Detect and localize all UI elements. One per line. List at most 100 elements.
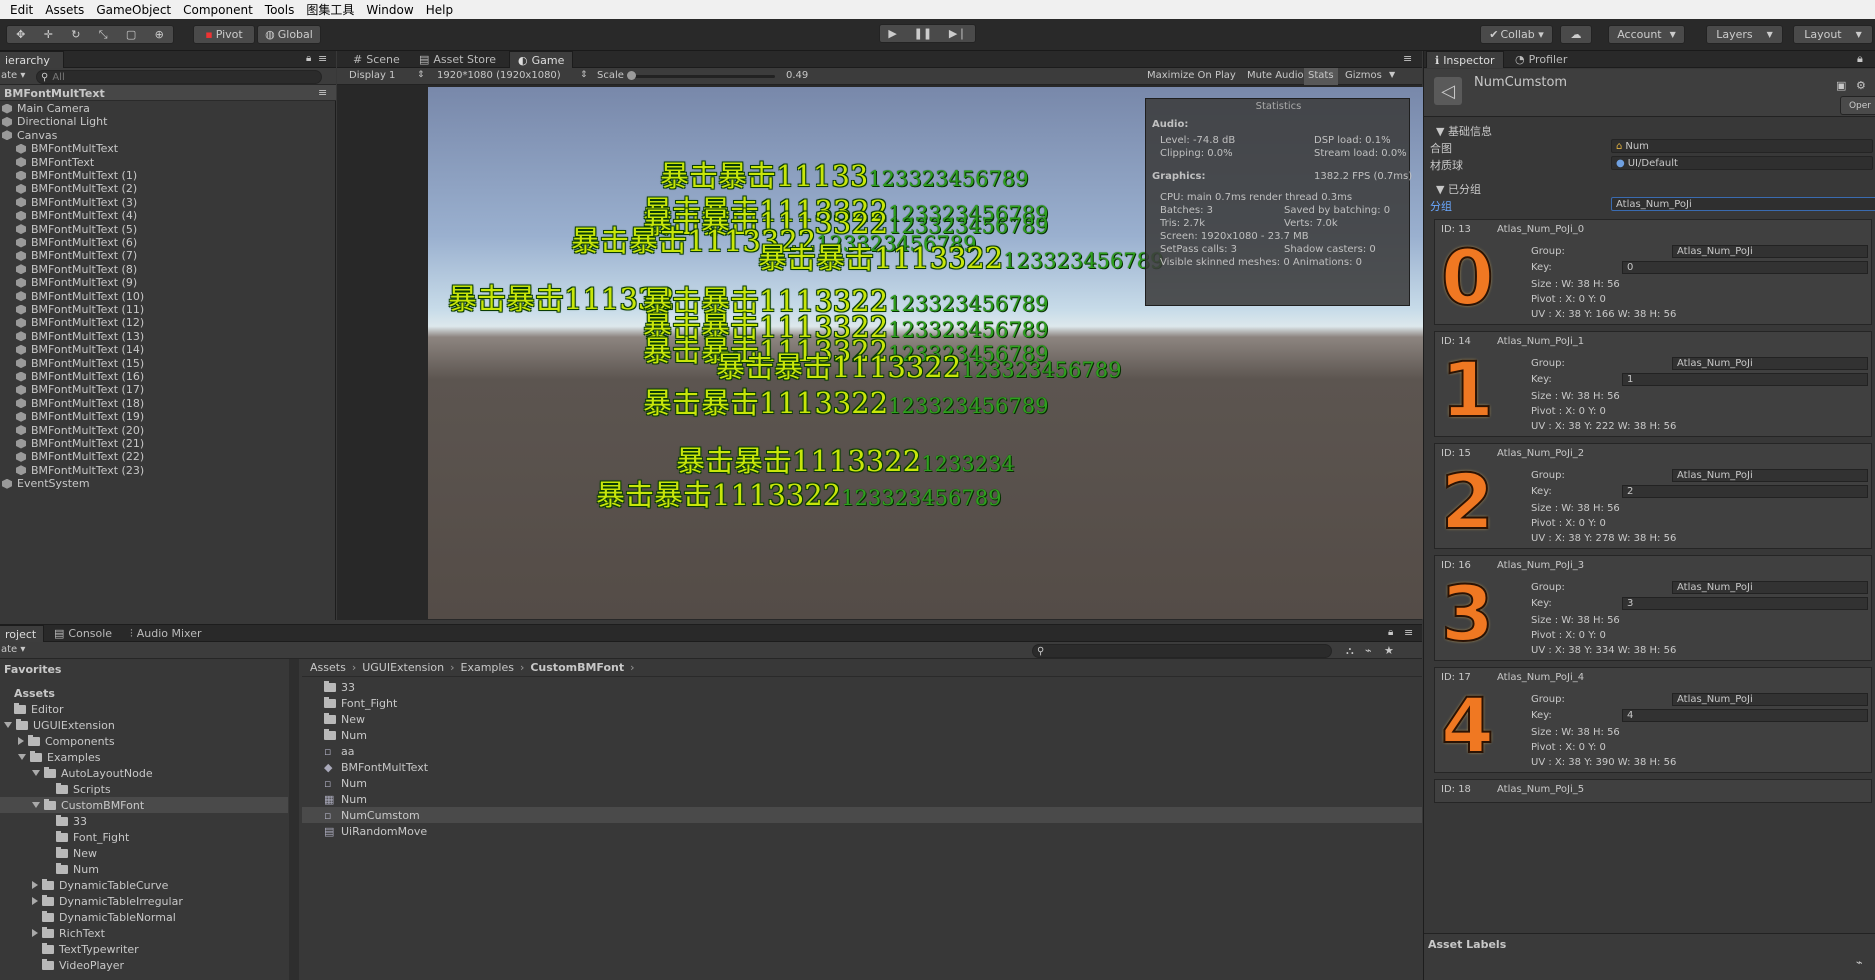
hierarchy-item[interactable]: BMFontText — [16, 156, 94, 169]
breadcrumb-item[interactable]: UGUIExtension — [362, 661, 444, 674]
group-section-header[interactable]: ▼ 已分组 — [1436, 181, 1481, 197]
tag-icon[interactable]: ⌁ — [1856, 956, 1863, 969]
account-dropdown[interactable]: Account ▼ — [1608, 25, 1685, 44]
resolution-dropdown[interactable]: 1920*1080 (1920x1080) — [437, 70, 561, 81]
favorite-star-icon[interactable]: ★ — [1384, 644, 1394, 657]
project-tree-item[interactable]: 33 — [0, 813, 288, 829]
filter-type-icon[interactable]: ⛬ — [1346, 644, 1354, 658]
entry-group-field[interactable]: Atlas_Num_PoJi — [1672, 693, 1868, 706]
menu-item[interactable]: Component — [183, 3, 253, 17]
expand-arrow-icon[interactable] — [18, 754, 26, 760]
entry-key-field[interactable]: 3 — [1622, 597, 1868, 610]
file-item[interactable]: ◆ BMFontMultText — [302, 759, 1422, 775]
tree-scrollbar[interactable] — [289, 659, 299, 980]
hierarchy-item[interactable]: EventSystem — [2, 477, 90, 490]
tab-project[interactable]: roject — [0, 625, 44, 642]
hierarchy-search-input[interactable]: ⚲ All — [36, 70, 322, 84]
file-item[interactable]: 33 — [302, 679, 1422, 695]
hierarchy-item[interactable]: BMFontMultText (16) — [16, 370, 144, 383]
hierarchy-item[interactable]: BMFontMultText (22) — [16, 450, 144, 463]
hierarchy-item[interactable]: BMFontMultText (20) — [16, 424, 144, 437]
mute-audio-toggle[interactable]: Mute Audio — [1247, 70, 1304, 81]
tab-inspector[interactable]: ℹ Inspector — [1426, 51, 1504, 68]
menu-item[interactable]: Edit — [10, 3, 33, 17]
project-tree-item[interactable]: DynamicTableNormal — [0, 909, 288, 925]
menu-item[interactable]: Help — [426, 3, 453, 17]
breadcrumb-item[interactable]: Examples — [461, 661, 514, 674]
project-tree-item[interactable]: DynamicTableIrregular — [0, 893, 288, 909]
pause-icon[interactable]: ❚❚ — [914, 27, 932, 40]
hierarchy-item[interactable]: BMFontMultText (9) — [16, 276, 137, 289]
collapse-arrow-icon[interactable] — [32, 929, 38, 937]
tab-hierarchy[interactable]: ierarchy — [0, 51, 64, 68]
project-search-input[interactable]: ⚲ — [1032, 644, 1332, 658]
hierarchy-item[interactable]: BMFontMultText (15) — [16, 357, 144, 370]
breadcrumb-item[interactable]: CustomBMFont — [530, 661, 624, 674]
hierarchy-item[interactable]: BMFontMultText (6) — [16, 236, 137, 249]
file-item[interactable]: ▤ UiRandomMove — [302, 823, 1422, 839]
entry-key-field[interactable]: 4 — [1622, 709, 1868, 722]
entry-group-field[interactable]: Atlas_Num_PoJi — [1672, 245, 1868, 258]
entry-group-field[interactable]: Atlas_Num_PoJi — [1672, 581, 1868, 594]
project-tree-item[interactable]: Font_Fight — [0, 829, 288, 845]
scale-tool-icon[interactable]: ⤡ — [99, 28, 108, 42]
tab-console[interactable]: ▤ Console — [46, 625, 120, 642]
layout-dropdown[interactable]: Layout ▼ — [1793, 25, 1873, 44]
file-item[interactable]: ▫ NumCumstom — [302, 807, 1422, 823]
settings-icon[interactable]: ⚙ — [1856, 79, 1866, 92]
file-item[interactable]: New — [302, 711, 1422, 727]
basic-section-header[interactable]: ▼ 基础信息 — [1436, 123, 1492, 139]
lock-icon[interactable]: 🔒︎ — [1388, 627, 1393, 638]
scene-header[interactable]: BMFontMultText ≡ — [0, 85, 336, 101]
collapse-arrow-icon[interactable] — [32, 897, 38, 905]
play-icon[interactable]: ▶ — [888, 27, 896, 40]
cloud-button[interactable]: ☁ — [1560, 25, 1592, 44]
scale-slider-knob[interactable] — [627, 71, 636, 80]
project-tree-item[interactable]: VideoPlayer — [0, 957, 288, 973]
expand-arrow-icon[interactable] — [32, 770, 40, 776]
hierarchy-item[interactable]: BMFontMultText (18) — [16, 397, 144, 410]
rotate-tool-icon[interactable]: ↻ — [71, 28, 80, 41]
hierarchy-item[interactable]: BMFontMultText (7) — [16, 249, 137, 262]
project-tree-item[interactable]: DynamicTableCurve — [0, 877, 288, 893]
expand-arrow-icon[interactable] — [32, 802, 40, 808]
entry-key-field[interactable]: 2 — [1622, 485, 1868, 498]
collapse-arrow-icon[interactable] — [32, 881, 38, 889]
file-item[interactable]: Num — [302, 727, 1422, 743]
hierarchy-item[interactable]: BMFontMultText (12) — [16, 316, 144, 329]
project-tree-item[interactable]: Examples — [0, 749, 288, 765]
sprite-entry[interactable]: ID: 15 Atlas_Num_PoJi_2 2 Group: Atlas_Num_P… — [1434, 443, 1872, 549]
pivot-toggle[interactable]: ▪ Pivot — [193, 25, 255, 44]
expand-arrow-icon[interactable] — [4, 722, 12, 728]
file-item[interactable]: ▫ aa — [302, 743, 1422, 759]
tab-asset-store[interactable]: ▤ Asset Store — [411, 51, 504, 68]
sprite-entry-partial[interactable]: ID: 18 Atlas_Num_PoJi_5 — [1434, 779, 1872, 803]
project-tree-item[interactable]: TextTypewriter — [0, 941, 288, 957]
hierarchy-item[interactable]: BMFontMultText (14) — [16, 343, 144, 356]
project-tree-item[interactable]: Editor — [0, 701, 288, 717]
scale-slider[interactable] — [631, 75, 775, 78]
hierarchy-item[interactable]: BMFontMultText (8) — [16, 263, 137, 276]
file-item[interactable]: Font_Fight — [302, 695, 1422, 711]
hierarchy-item[interactable]: BMFontMultText — [16, 142, 118, 155]
hierarchy-item[interactable]: Main Camera — [2, 102, 90, 115]
hierarchy-item[interactable]: BMFontMultText (17) — [16, 383, 144, 396]
layers-dropdown[interactable]: Layers ▼ — [1706, 25, 1783, 44]
hierarchy-item[interactable]: BMFontMultText (3) — [16, 196, 137, 209]
entry-key-field[interactable]: 1 — [1622, 373, 1868, 386]
hierarchy-item[interactable]: BMFontMultText (11) — [16, 303, 144, 316]
menu-item[interactable]: Tools — [265, 3, 295, 17]
move-tool-icon[interactable]: ✛ — [44, 28, 53, 41]
transform-tool-icon[interactable]: ⊕ — [155, 28, 164, 41]
project-tree-item[interactable]: Scripts — [0, 781, 288, 797]
project-tree-item[interactable]: UGUIExtension — [0, 717, 288, 733]
lock-icon[interactable]: 🔒︎ — [306, 53, 311, 64]
menu-item[interactable]: GameObject — [96, 3, 171, 17]
create-dropdown[interactable]: ate ▾ — [1, 70, 25, 81]
project-tree-item[interactable]: Components — [0, 733, 288, 749]
favorites-header[interactable]: Favorites — [4, 661, 61, 677]
script-icon[interactable]: ▣ — [1836, 79, 1846, 92]
project-tree-item[interactable]: New — [0, 845, 288, 861]
hierarchy-item[interactable]: BMFontMultText (1) — [16, 169, 137, 182]
stats-toggle[interactable]: Stats — [1304, 68, 1338, 85]
